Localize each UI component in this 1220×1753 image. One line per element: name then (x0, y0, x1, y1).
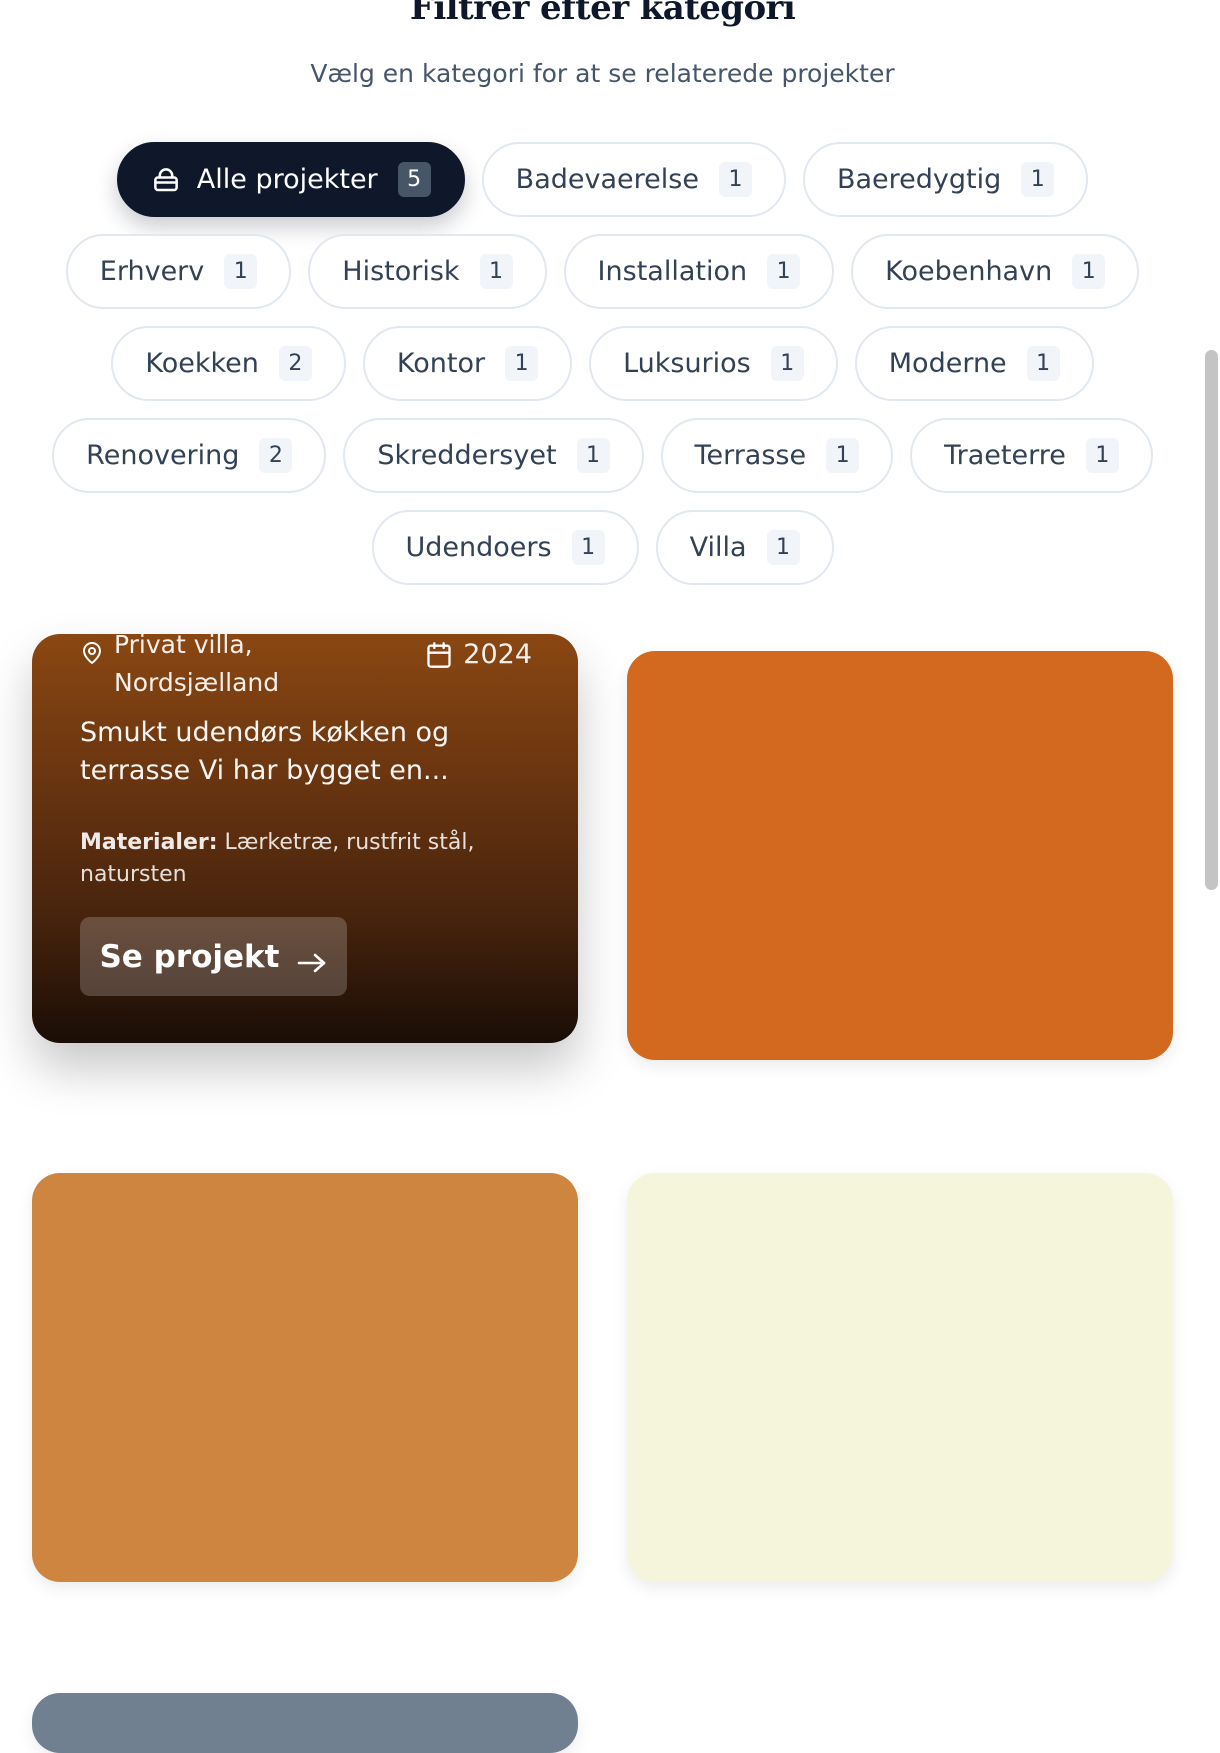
chip-count: 1 (826, 438, 860, 473)
project-year: 2024 (425, 635, 532, 675)
chip-alle-projekter[interactable]: Alle projekter 5 (116, 142, 465, 217)
project-card[interactable] (627, 651, 1173, 1060)
chip-koebenhavn[interactable]: Koebenhavn 1 (851, 234, 1140, 309)
project-location: Privat villa, Nordsjælland (80, 634, 310, 702)
chip-label: Baeredygtig (836, 164, 1002, 195)
chip-historisk[interactable]: Historisk 1 (308, 234, 547, 309)
category-row: Erhverv 1 Historisk 1 Installation 1 Koe… (40, 234, 1165, 309)
category-row: Koekken 2 Kontor 1 Luksurios 1 Moderne 1 (40, 326, 1165, 401)
arrow-right-icon (296, 946, 328, 972)
chip-count: 1 (770, 346, 804, 381)
project-materials: Materialer: Lærketræ, rustfrit stål, nat… (80, 827, 510, 891)
chip-label: Kontor (396, 348, 486, 379)
chip-skreddersyet[interactable]: Skreddersyet 1 (343, 418, 644, 493)
chip-installation[interactable]: Installation 1 (563, 234, 835, 309)
chip-count: 1 (505, 346, 539, 381)
chip-terrasse[interactable]: Terrasse 1 (660, 418, 894, 493)
project-card[interactable] (32, 1173, 578, 1582)
chip-count: 2 (278, 346, 312, 381)
chip-label: Udendoers (405, 532, 552, 563)
chip-traeterre[interactable]: Traeterre 1 (910, 418, 1153, 493)
filter-title: Filtrer efter kategori (409, 0, 796, 28)
chip-count: 1 (576, 438, 610, 473)
chip-luksurios[interactable]: Luksurios 1 (589, 326, 838, 401)
project-card[interactable] (627, 1173, 1173, 1582)
chip-koekken[interactable]: Koekken 2 (111, 326, 346, 401)
project-card[interactable] (32, 1693, 578, 1753)
see-project-button[interactable]: Se projekt (80, 917, 347, 996)
chip-moderne[interactable]: Moderne 1 (854, 326, 1094, 401)
category-row: Alle projekter 5 Badevaerelse 1 Baeredyg… (40, 142, 1165, 217)
scrollbar[interactable] (1203, 0, 1220, 1710)
chip-count: 2 (259, 438, 293, 473)
project-year-text: 2024 (463, 639, 532, 670)
project-location-text: Privat villa, Nordsjælland (114, 634, 280, 697)
chip-label: Erhverv (99, 256, 205, 287)
chip-label: Skreddersyet (377, 440, 557, 471)
chip-villa[interactable]: Villa 1 (655, 510, 834, 585)
chip-count: 1 (766, 530, 800, 565)
chip-label: Terrasse (694, 440, 807, 471)
chip-label: Moderne (888, 348, 1007, 379)
chip-label: Koekken (145, 348, 259, 379)
chip-label: Historisk (342, 256, 460, 287)
category-row: Renovering 2 Skreddersyet 1 Terrasse 1 T… (40, 418, 1165, 493)
chip-label: Badevaerelse (515, 164, 699, 195)
chip-count: 5 (397, 162, 431, 197)
chip-count: 1 (1026, 346, 1060, 381)
filter-subtitle: Vælg en kategori for at se relaterede pr… (310, 59, 895, 88)
chip-label: Alle projekter (196, 164, 378, 195)
chip-erhverv[interactable]: Erhverv 1 (65, 234, 292, 309)
bag-icon (151, 165, 181, 195)
chip-baeredygtig[interactable]: Baeredygtig 1 (802, 142, 1089, 217)
calendar-icon (425, 641, 453, 669)
chip-label: Koebenhavn (885, 256, 1053, 287)
chip-renovering[interactable]: Renovering 2 (52, 418, 327, 493)
chip-count: 1 (571, 530, 605, 565)
chip-label: Traeterre (944, 440, 1066, 471)
scrollbar-thumb[interactable] (1205, 350, 1218, 890)
chip-label: Renovering (86, 440, 240, 471)
chip-count: 1 (767, 254, 801, 289)
project-description: Smukt udendørs køkken og terrasse Vi har… (80, 717, 450, 786)
chip-count: 1 (224, 254, 258, 289)
map-pin-icon (80, 641, 104, 665)
chip-kontor[interactable]: Kontor 1 (362, 326, 573, 401)
chip-count: 1 (1072, 254, 1106, 289)
chip-label: Luksurios (623, 348, 751, 379)
project-card[interactable]: Privat villa, Nordsjælland 2024 Smukt ud… (32, 634, 578, 1043)
chip-badevaerelse[interactable]: Badevaerelse 1 (481, 142, 786, 217)
materials-label: Materialer: (80, 830, 218, 855)
category-filter-list: Alle projekter 5 Badevaerelse 1 Baeredyg… (40, 142, 1165, 602)
chip-count: 1 (479, 254, 513, 289)
chip-count: 1 (718, 162, 752, 197)
chip-label: Installation (597, 256, 748, 287)
chip-udendoers[interactable]: Udendoers 1 (371, 510, 639, 585)
chip-label: Villa (689, 532, 747, 563)
see-project-label: Se projekt (99, 938, 280, 975)
chip-count: 1 (1021, 162, 1055, 197)
category-row: Udendoers 1 Villa 1 (40, 510, 1165, 585)
chip-count: 1 (1085, 438, 1119, 473)
